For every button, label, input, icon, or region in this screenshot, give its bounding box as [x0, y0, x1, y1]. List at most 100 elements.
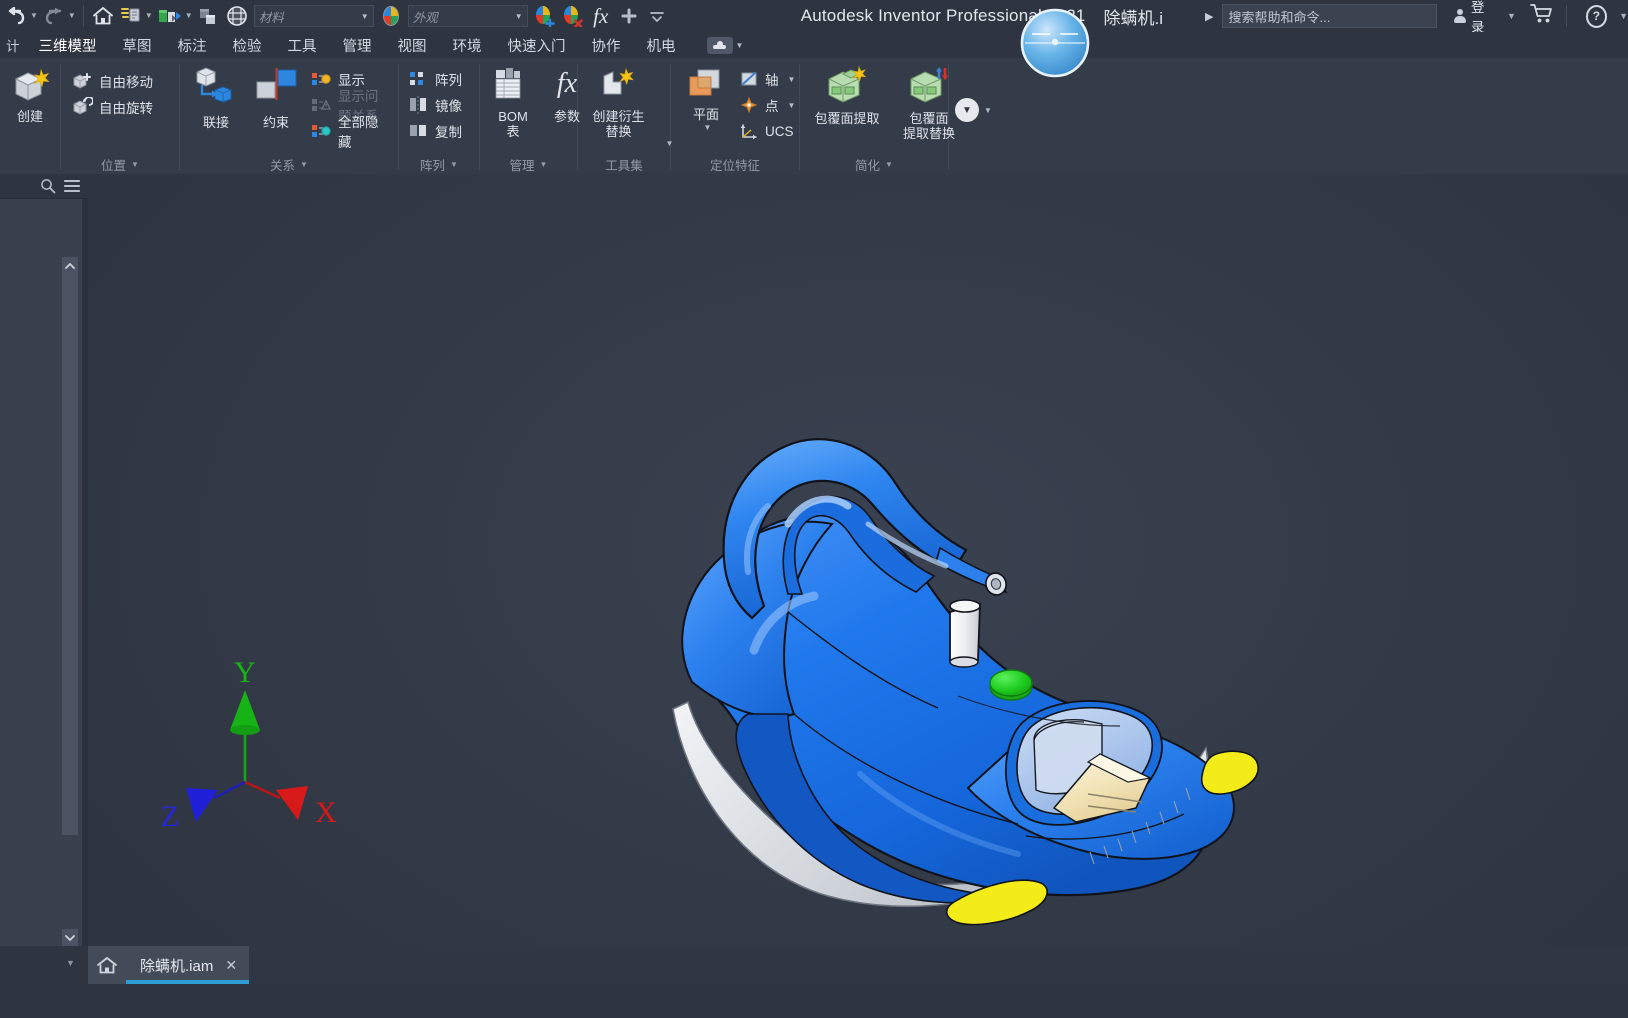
- panel-title-simplify[interactable]: 简化 ▼: [800, 154, 948, 174]
- sign-in-caret[interactable]: ▼: [1507, 11, 1516, 21]
- ribbon-overflow-button[interactable]: ▼: [955, 98, 979, 122]
- title-expand-caret[interactable]: ▶: [1205, 10, 1213, 23]
- scroll-down-button[interactable]: [62, 929, 78, 947]
- clear-appearance-button[interactable]: [559, 2, 587, 30]
- tab-3d-model[interactable]: 三维模型: [26, 32, 110, 58]
- tab-label: 环境: [452, 38, 482, 55]
- panel-title-relationships[interactable]: 关系 ▼: [180, 154, 398, 174]
- tab-tools[interactable]: 工具: [275, 32, 330, 58]
- free-move-button[interactable]: 自由移动: [67, 68, 157, 94]
- show-relations-icon: [312, 73, 331, 85]
- mirror-button[interactable]: 镜像: [405, 92, 466, 118]
- fx-icon: fx: [593, 3, 609, 28]
- home-button[interactable]: [89, 2, 117, 30]
- tab-sketch[interactable]: 草图: [110, 32, 165, 58]
- material-browser-button[interactable]: [155, 2, 185, 30]
- panel-dropdown-caret[interactable]: ▼: [540, 160, 548, 169]
- bom-table-button[interactable]: BOM 表: [486, 64, 540, 141]
- title-bar: ▼ ▼ ▼ ▼ 材料 ▼ 外观 ▼ fx Autodesk Inventor P…: [0, 0, 1628, 35]
- browser-toolbar: [0, 174, 88, 199]
- work-axis-button[interactable]: 轴 ▼: [735, 66, 799, 92]
- browser-vertical-scrollbar[interactable]: [62, 257, 78, 947]
- qat-overflow-button[interactable]: [643, 2, 671, 30]
- appearance-combo-caret: ▼: [514, 11, 523, 21]
- panel-title-text: 管理: [509, 158, 535, 173]
- update-icon: [120, 8, 140, 22]
- tab-collaborate[interactable]: 协作: [579, 32, 634, 58]
- panel-title-pattern[interactable]: 阵列 ▼: [399, 154, 479, 174]
- panel-title-position[interactable]: 位置 ▼: [61, 154, 179, 174]
- work-axis-caret[interactable]: ▼: [788, 75, 796, 84]
- update-button[interactable]: [117, 2, 145, 30]
- create-substitute-button[interactable]: 创建衍生 替换: [575, 64, 663, 141]
- scrollbar-thumb[interactable]: [62, 275, 78, 835]
- undo-button[interactable]: [2, 2, 30, 30]
- model-nozzle-bottom: [949, 656, 979, 668]
- appearance-combo[interactable]: 外观 ▼: [407, 5, 528, 27]
- work-point-button[interactable]: 点 ▼: [735, 92, 799, 118]
- tab-get-started[interactable]: 快速入门: [495, 32, 579, 58]
- hamburger-menu-icon[interactable]: [64, 179, 80, 193]
- hide-all-icon: [312, 125, 331, 137]
- ucs-button[interactable]: UCS: [735, 118, 799, 144]
- ucs-icon: [740, 124, 757, 140]
- tab-view[interactable]: 视图: [385, 32, 440, 58]
- constrain-button[interactable]: 约束: [246, 64, 306, 133]
- redo-button[interactable]: [40, 2, 68, 30]
- appearance-browser-button[interactable]: [195, 2, 223, 30]
- copy-button[interactable]: 复制: [405, 118, 466, 144]
- material-combo-caret: ▼: [360, 11, 369, 21]
- panel-title-overflow: [949, 154, 1009, 174]
- create-substitute-label: 创建衍生 替换: [592, 109, 645, 139]
- free-rotate-button[interactable]: 自由旋转: [67, 94, 157, 120]
- sign-in-button[interactable]: 登录: [1453, 0, 1496, 36]
- panel-title-manage[interactable]: 管理 ▼: [480, 154, 577, 174]
- hide-all-relations-button[interactable]: 全部隐藏: [306, 115, 392, 150]
- shrinkwrap-button[interactable]: 包覆面提取: [806, 64, 888, 129]
- graphics-viewport[interactable]: Y X Z: [88, 174, 1628, 946]
- close-icon[interactable]: ✕: [225, 957, 237, 974]
- pattern-button[interactable]: 阵列: [405, 66, 466, 92]
- ribbon-overflow-caret[interactable]: ▼: [984, 106, 992, 115]
- checker-material-button[interactable]: [223, 2, 251, 30]
- panel-dropdown-caret[interactable]: ▼: [300, 160, 308, 169]
- panel-dropdown-caret[interactable]: ▼: [450, 160, 458, 169]
- work-plane-caret[interactable]: ▼: [704, 123, 712, 132]
- cloud-dropdown-caret[interactable]: ▼: [736, 41, 744, 50]
- tab-manage[interactable]: 管理: [330, 32, 385, 58]
- model-power-button[interactable]: [989, 669, 1033, 697]
- material-dropdown-caret[interactable]: ▼: [185, 12, 193, 20]
- create-component-button[interactable]: 创建: [0, 64, 64, 127]
- update-dropdown-caret[interactable]: ▼: [145, 12, 153, 20]
- tab-electromechanical[interactable]: 机电: [634, 32, 689, 58]
- tab-environments[interactable]: 环境: [440, 32, 495, 58]
- document-tab-assembly[interactable]: 除螨机.iam ✕: [126, 946, 250, 984]
- search-input[interactable]: 搜索帮助和命令...: [1221, 4, 1437, 28]
- joint-button[interactable]: 联接: [186, 64, 246, 133]
- panel-dropdown-caret[interactable]: ▼: [885, 160, 893, 169]
- cart-icon: [1530, 3, 1552, 22]
- search-icon[interactable]: [40, 178, 56, 194]
- cloud-upload-button[interactable]: [706, 36, 733, 54]
- work-plane-button[interactable]: 平面 ▼: [677, 64, 735, 134]
- tab-annotate[interactable]: 标注: [165, 32, 220, 58]
- parameters-fx-button[interactable]: fx: [587, 2, 615, 30]
- redo-dropdown-caret[interactable]: ▼: [68, 12, 76, 20]
- panel-dropdown-caret[interactable]: ▼: [131, 160, 139, 169]
- browser-tree[interactable]: [0, 199, 88, 947]
- help-caret[interactable]: ▼: [1619, 11, 1628, 21]
- tab-inspect[interactable]: 检验: [220, 32, 275, 58]
- tabstrip-scroll-caret[interactable]: ▼: [66, 958, 75, 968]
- work-point-caret[interactable]: ▼: [788, 101, 796, 110]
- adjust-appearance-button[interactable]: [531, 2, 559, 30]
- steering-wheel-navigation[interactable]: [1020, 8, 1090, 78]
- help-button[interactable]: ?: [1585, 4, 1608, 28]
- undo-dropdown-caret[interactable]: ▼: [30, 12, 38, 20]
- shopping-cart-button[interactable]: [1530, 3, 1554, 30]
- appearance-sphere-button[interactable]: [377, 2, 405, 30]
- home-tab-button[interactable]: [88, 946, 126, 984]
- scroll-up-button[interactable]: [62, 257, 78, 275]
- color-sphere-add-icon: [535, 6, 555, 27]
- customize-qat-button[interactable]: [615, 2, 643, 30]
- material-combo[interactable]: 材料 ▼: [253, 5, 374, 27]
